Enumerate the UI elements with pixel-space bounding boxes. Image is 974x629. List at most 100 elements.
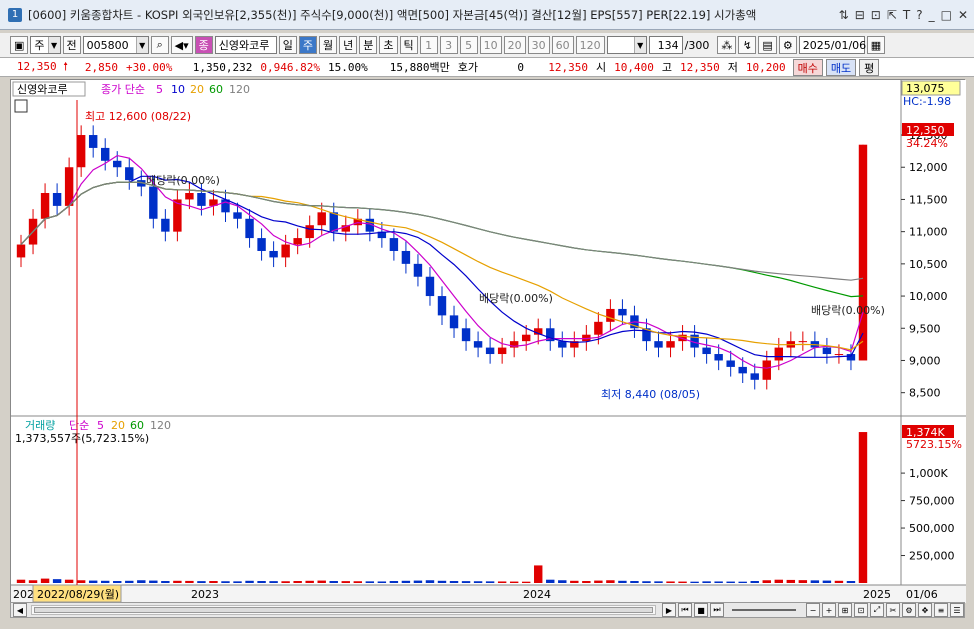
date-field[interactable]: 2025/01/06 bbox=[798, 36, 866, 54]
interval-20[interactable]: 20 bbox=[503, 36, 526, 54]
interval-5[interactable]: 5 bbox=[459, 36, 478, 54]
candle-body bbox=[461, 328, 471, 342]
font-icon[interactable]: T bbox=[903, 8, 910, 22]
wrench-icon[interactable]: ⚙ bbox=[902, 603, 916, 617]
volume-bar bbox=[329, 581, 338, 583]
candle-body bbox=[245, 218, 254, 239]
options-icon[interactable]: ☰ bbox=[950, 603, 964, 617]
volume-pct-tag: 5723.15% bbox=[906, 438, 962, 451]
candle-body bbox=[473, 341, 483, 348]
candle-body bbox=[521, 334, 531, 342]
candle-body bbox=[197, 193, 206, 206]
split-icon[interactable]: ⊟ bbox=[855, 8, 865, 22]
chart-area[interactable]: 12,50012,00011,50011,00010,50010,0009,50… bbox=[10, 79, 966, 603]
save-icon[interactable]: ▤ bbox=[758, 36, 777, 54]
menu-icon[interactable]: ≡ bbox=[934, 603, 948, 617]
interval-120[interactable]: 120 bbox=[575, 36, 605, 54]
scroll-last-icon[interactable]: ⏭ bbox=[710, 603, 724, 617]
search-icon[interactable]: ⌕ bbox=[150, 36, 169, 54]
tab-tick[interactable]: 틱 bbox=[399, 36, 418, 54]
settings-icon[interactable]: ⁂ bbox=[717, 36, 737, 54]
tab-day[interactable]: 일 bbox=[278, 36, 297, 54]
scroll-first-icon[interactable]: ⏮ bbox=[678, 603, 692, 617]
interval-3[interactable]: 3 bbox=[439, 36, 458, 54]
zoom-fit-icon[interactable]: ⊞ bbox=[838, 603, 852, 617]
candle-body bbox=[738, 366, 747, 374]
scroll-stop-icon[interactable]: ■ bbox=[694, 603, 708, 617]
volume-bar bbox=[257, 581, 266, 583]
volume-bar bbox=[738, 581, 747, 583]
tab-week[interactable]: 주 bbox=[298, 36, 318, 54]
pin-icon[interactable]: ⇱ bbox=[887, 8, 897, 22]
window-controls: ⇅ ⊟ ⊡ ⇱ T ? _ □ ✕ bbox=[839, 8, 968, 22]
candle-body bbox=[594, 321, 603, 335]
layout-icon[interactable]: ⊡ bbox=[871, 8, 881, 22]
expand-icon[interactable]: ⤢ bbox=[870, 603, 884, 617]
maximize-icon[interactable]: □ bbox=[941, 8, 952, 22]
tab-second[interactable]: 초 bbox=[379, 36, 398, 54]
volume-bar bbox=[762, 580, 771, 583]
stock-code-input[interactable]: 005800 ▼ bbox=[82, 36, 149, 54]
move-icon[interactable]: ✥ bbox=[918, 603, 932, 617]
volume-bar bbox=[101, 580, 110, 583]
pin-icon[interactable]: ✂ bbox=[886, 603, 900, 617]
tab-minute[interactable]: 분 bbox=[359, 36, 378, 54]
price-volume-chart[interactable]: 12,50012,00011,50011,00010,50010,0009,50… bbox=[11, 80, 966, 603]
period-select[interactable]: 주 ▼ bbox=[30, 36, 61, 54]
interval-60[interactable]: 60 bbox=[551, 36, 574, 54]
tool-icon[interactable]: ↯ bbox=[738, 36, 757, 54]
volume-bar bbox=[834, 580, 844, 583]
zoom-slider[interactable] bbox=[732, 609, 796, 611]
sort-icon[interactable]: ⇅ bbox=[839, 8, 849, 22]
candle-body bbox=[269, 250, 278, 258]
interval-1[interactable]: 1 bbox=[419, 36, 438, 54]
grid-toggle-icon[interactable] bbox=[14, 99, 28, 113]
candle-body bbox=[726, 360, 735, 367]
tab-month[interactable]: 월 bbox=[319, 36, 338, 54]
gear-icon[interactable]: ⚙ bbox=[778, 36, 797, 54]
zoom-in-icon[interactable]: + bbox=[822, 603, 836, 617]
volume-bar bbox=[678, 581, 687, 583]
candle-body bbox=[281, 244, 290, 258]
close-icon[interactable]: ✕ bbox=[958, 8, 968, 22]
sell-button[interactable]: 매도 bbox=[825, 58, 857, 76]
volume-bar bbox=[594, 580, 603, 583]
last-pct-tag: 34.24% bbox=[906, 137, 948, 150]
volume-bar bbox=[485, 581, 495, 583]
count-field[interactable]: 134 bbox=[648, 36, 683, 54]
buy-button[interactable]: 매수 bbox=[792, 58, 823, 76]
interval-30[interactable]: 30 bbox=[527, 36, 550, 54]
window-title: [0600] 키움종합차트 - KOSPI 외국인보유[2,355(천)] 주식… bbox=[28, 7, 757, 22]
calendar-icon[interactable]: ▦ bbox=[866, 36, 886, 54]
count-total: /300 bbox=[684, 38, 710, 52]
volume-bar bbox=[88, 580, 98, 583]
window-number: 1 bbox=[8, 7, 22, 22]
candle-body bbox=[425, 276, 435, 297]
scroll-left-icon[interactable]: ◀ bbox=[13, 603, 27, 617]
minimize-icon[interactable]: _ bbox=[929, 8, 935, 22]
volume-legend: 거래량 bbox=[25, 419, 55, 432]
scroll-track[interactable] bbox=[31, 605, 656, 615]
volume-tick-label: 250,000 bbox=[909, 550, 955, 563]
chart-scrollbar[interactable]: ◀ ▶ ⏮ ■ ⏭ − + ⊞ ⊡ ⤢ ✂ ⚙ ✥ ≡ ☰ bbox=[10, 602, 965, 618]
jong-badge[interactable]: 종 bbox=[194, 36, 213, 54]
interval-select[interactable]: ▼ bbox=[606, 36, 647, 54]
tab-year[interactable]: 년 bbox=[339, 36, 358, 54]
prev-button[interactable]: 전 bbox=[62, 36, 81, 54]
help-icon[interactable]: ? bbox=[916, 8, 922, 22]
interval-10[interactable]: 10 bbox=[479, 36, 502, 54]
avg-button[interactable]: 평 bbox=[859, 58, 880, 76]
scroll-thumb[interactable] bbox=[34, 607, 653, 613]
chart-menu-icon[interactable]: ▣ bbox=[10, 36, 29, 54]
candle-body bbox=[293, 238, 302, 245]
candle-body bbox=[798, 341, 808, 343]
volume-bar bbox=[858, 432, 868, 583]
scroll-right-icon[interactable]: ▶ bbox=[662, 603, 676, 617]
volume-bar bbox=[666, 581, 675, 583]
zoom-reset-icon[interactable]: ⊡ bbox=[854, 603, 868, 617]
volume-ratio: 0,946.82% bbox=[260, 60, 320, 74]
sound-icon[interactable]: ◀▾ bbox=[170, 36, 193, 54]
candle-body bbox=[161, 218, 170, 232]
price-tick-label: 9,500 bbox=[909, 322, 941, 335]
zoom-out-icon[interactable]: − bbox=[806, 603, 820, 617]
